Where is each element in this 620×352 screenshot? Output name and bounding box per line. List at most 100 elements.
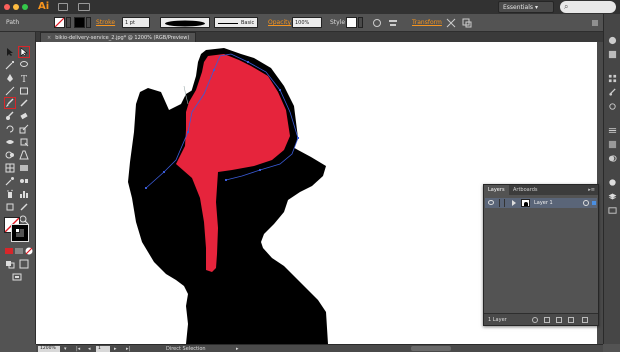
lasso-tool[interactable] — [19, 60, 29, 70]
anchor-point[interactable] — [225, 179, 227, 181]
pencil-tool[interactable] — [19, 98, 29, 108]
width-tool[interactable] — [5, 137, 15, 147]
anchor-point[interactable] — [145, 187, 147, 189]
zoom-level-field[interactable]: 1200% — [38, 346, 60, 352]
panel-menu-icon[interactable] — [590, 18, 600, 28]
color-guide-icon[interactable] — [608, 50, 617, 59]
zoom-tool[interactable] — [19, 215, 29, 225]
eyedropper-tool[interactable] — [5, 176, 15, 186]
opacity-link[interactable]: Opacity — [268, 19, 291, 26]
anchor-point[interactable] — [213, 69, 215, 71]
gradient-tool[interactable] — [19, 163, 29, 173]
selection-tool[interactable] — [5, 47, 15, 57]
bridge-icon[interactable] — [58, 3, 68, 11]
layer-row[interactable]: Layer 1 — [485, 198, 597, 208]
blend-tool[interactable] — [19, 176, 29, 186]
stroke-dropdown-arrow[interactable] — [86, 17, 91, 28]
stroke-proxy[interactable] — [11, 224, 29, 242]
create-new-layer-icon[interactable] — [568, 317, 574, 323]
selection-indicator[interactable] — [592, 201, 596, 205]
transform-link[interactable]: Transform — [412, 19, 442, 26]
scale-tool[interactable] — [19, 124, 29, 134]
graphic-style-swatch[interactable] — [346, 17, 357, 28]
document-tab[interactable]: × bikio-delivery-service_2.jpg* @ 1200% (… — [40, 32, 197, 42]
select-similar-icon[interactable] — [462, 18, 472, 28]
panel-options-menu-icon[interactable]: ▸≡ — [588, 187, 595, 193]
layer-name[interactable]: Layer 1 — [534, 200, 553, 206]
brush-definition-dropdown[interactable]: Basic — [214, 17, 258, 28]
appearance-panel-icon[interactable] — [608, 178, 617, 187]
type-tool[interactable]: T — [19, 73, 29, 83]
arrange-documents-icon[interactable] — [78, 3, 90, 11]
fill-dropdown-arrow[interactable] — [66, 17, 71, 28]
anchor-point[interactable] — [163, 171, 165, 173]
eraser-tool[interactable] — [19, 111, 29, 121]
none-mode-icon[interactable] — [24, 246, 34, 256]
zoom-window-button[interactable] — [22, 4, 28, 10]
anchor-point[interactable] — [247, 61, 249, 63]
zoom-dropdown-arrow[interactable]: ▾ — [64, 346, 67, 352]
stroke-panel-icon[interactable] — [608, 126, 617, 135]
current-tool-status[interactable]: Direct Selection — [166, 346, 206, 352]
direct-selection-tool[interactable] — [18, 46, 30, 58]
artboard-next-button[interactable]: ▸ — [114, 346, 117, 352]
graphic-style-dropdown-arrow[interactable] — [358, 17, 363, 28]
pen-tool[interactable] — [5, 73, 15, 83]
visibility-eye-icon[interactable] — [488, 200, 494, 205]
fill-swatch[interactable] — [54, 17, 65, 28]
paintbrush-tool[interactable] — [4, 97, 16, 109]
transparency-panel-icon[interactable] — [608, 154, 617, 163]
anchor-point[interactable] — [279, 89, 281, 91]
gradient-mode-icon[interactable] — [14, 246, 24, 256]
artboard-first-button[interactable]: |◂ — [76, 346, 80, 352]
brushes-panel-icon[interactable] — [608, 88, 617, 97]
delete-layer-icon[interactable] — [582, 317, 588, 323]
screen-mode-icon[interactable] — [12, 272, 22, 282]
anchor-point[interactable] — [297, 137, 299, 139]
isolate-path-icon[interactable] — [446, 18, 456, 28]
horizontal-scroll-thumb[interactable] — [411, 346, 451, 351]
stroke-swatch[interactable] — [74, 17, 85, 28]
stroke-weight-field[interactable]: 1 pt — [122, 17, 150, 28]
lock-toggle[interactable] — [499, 199, 505, 207]
close-window-button[interactable] — [4, 4, 10, 10]
make-clipping-mask-icon[interactable] — [544, 317, 550, 323]
color-mode-icon[interactable] — [4, 246, 14, 256]
artboard-tool[interactable] — [5, 202, 15, 212]
rotate-tool[interactable] — [5, 124, 15, 134]
locate-object-icon[interactable] — [532, 317, 538, 323]
mesh-tool[interactable] — [5, 163, 15, 173]
help-search-input[interactable]: ⌕ — [560, 1, 616, 13]
layer-target-icon[interactable] — [583, 200, 589, 206]
blob-brush-tool[interactable] — [5, 111, 15, 121]
tab-layers[interactable]: Layers — [484, 185, 509, 195]
create-sublayer-icon[interactable] — [556, 317, 562, 323]
artboard-previous-button[interactable]: ◂ — [88, 346, 91, 352]
magic-wand-tool[interactable] — [5, 60, 15, 70]
recolor-artwork-icon[interactable] — [372, 18, 382, 28]
variable-width-profile-dropdown[interactable] — [160, 17, 210, 28]
rectangle-tool[interactable] — [19, 86, 29, 96]
color-panel-icon[interactable] — [608, 36, 617, 45]
swatches-panel-icon[interactable] — [608, 74, 617, 83]
symbol-sprayer-tool[interactable] — [5, 189, 15, 199]
shape-builder-tool[interactable] — [5, 150, 15, 160]
artboard-last-button[interactable]: ▸| — [126, 346, 130, 352]
status-menu-arrow[interactable]: ▸ — [236, 346, 239, 352]
close-tab-icon[interactable]: × — [47, 35, 51, 41]
line-segment-tool[interactable] — [5, 86, 15, 96]
free-transform-tool[interactable] — [19, 137, 29, 147]
expand-layer-icon[interactable] — [512, 200, 516, 206]
slice-tool[interactable] — [19, 202, 29, 212]
layers-panel-icon[interactable] — [608, 192, 617, 201]
artboards-panel-icon[interactable] — [608, 206, 617, 215]
symbols-panel-icon[interactable] — [608, 102, 617, 111]
perspective-grid-tool[interactable] — [19, 150, 29, 160]
column-graph-tool[interactable] — [19, 189, 29, 199]
workspace-switcher[interactable]: Essentials ▾ — [498, 1, 554, 13]
tab-artboards[interactable]: Artboards — [509, 185, 541, 195]
align-icon[interactable] — [388, 18, 398, 28]
draw-normal-icon[interactable] — [5, 259, 15, 269]
gradient-panel-icon[interactable] — [608, 140, 617, 149]
opacity-field[interactable]: 100% — [292, 17, 322, 28]
